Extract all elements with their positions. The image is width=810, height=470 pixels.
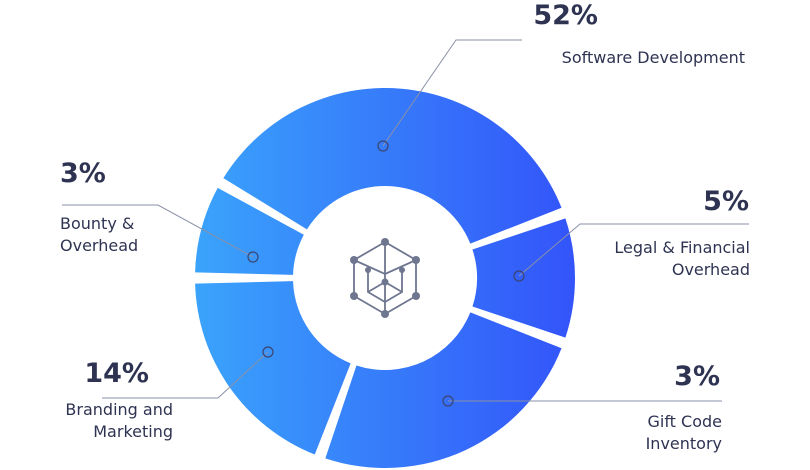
slice-category-label: Software Development [562, 48, 745, 67]
slice-percent-label: 14% [84, 358, 149, 389]
slice-percent-label: 5% [703, 186, 749, 217]
slice-category-label: Overhead [60, 236, 138, 255]
slice-percent-label: 3% [674, 361, 720, 392]
chart-stage: 52% Software Development 5% Legal & Financi… [0, 0, 810, 470]
slice-percent-label: 52% [533, 0, 598, 31]
slice-category-label: Overhead [672, 260, 750, 279]
donut-slice [325, 312, 562, 468]
slice-category-label: Inventory [646, 434, 722, 453]
slice-category-label: Gift Code [647, 412, 722, 431]
slice-category-label: Branding and [65, 400, 173, 419]
slice-category-label: Legal & Financial [614, 238, 750, 257]
slice-category-label: Marketing [93, 422, 173, 441]
slice-percent-label: 3% [60, 158, 106, 189]
donut-slice [195, 281, 351, 455]
slice-category-label: Bounty & [60, 214, 134, 233]
hexagon-network-icon [350, 238, 420, 318]
donut-chart: 52% Software Development 5% Legal & Financi… [60, 0, 750, 468]
